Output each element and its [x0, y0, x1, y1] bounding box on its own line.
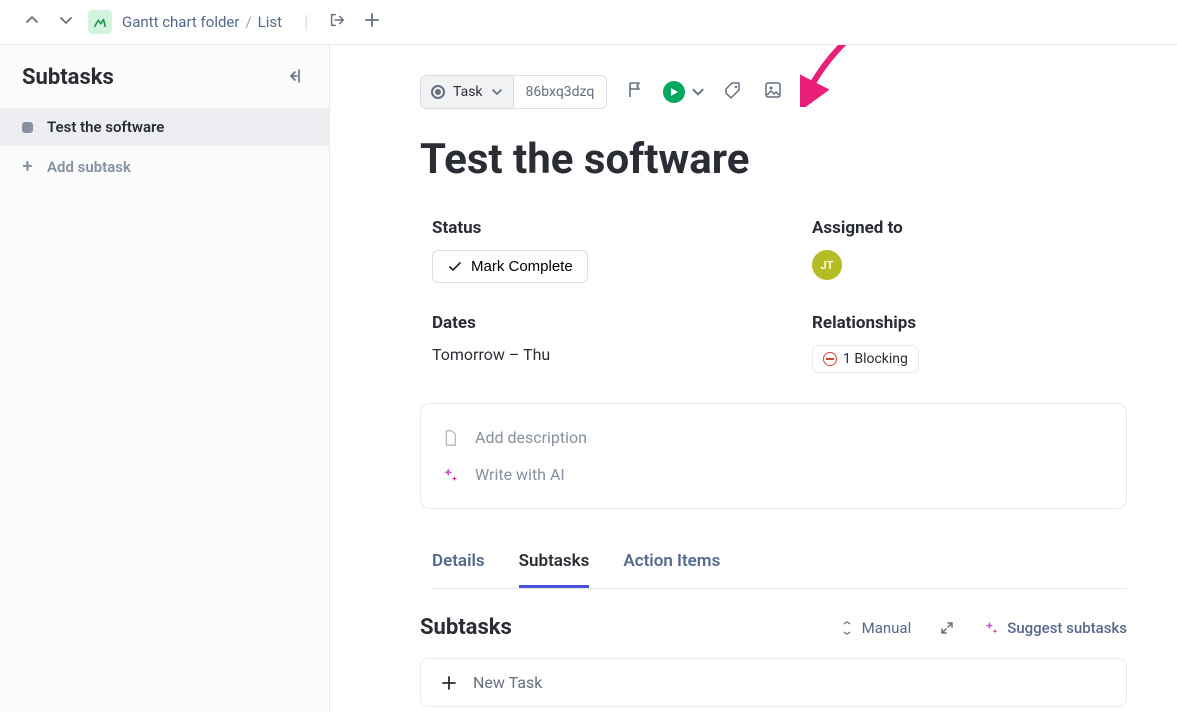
breadcrumb-folder[interactable]: Gantt chart folder [122, 13, 239, 31]
dates-label: Dates [432, 313, 812, 333]
add-tab-icon[interactable] [360, 8, 384, 36]
new-task-button[interactable]: New Task [420, 658, 1127, 707]
status-label: Status [432, 218, 812, 238]
main-panel: Task 86bxq3dzq [330, 45, 1177, 712]
sidebar: Subtasks Test the software + Add subtask [0, 45, 330, 712]
subtasks-section-header: Subtasks Manual Suggest subtasks [420, 589, 1127, 658]
status-square-icon [22, 122, 33, 133]
avatar[interactable]: JT [812, 250, 842, 280]
dates-field: Dates Tomorrow – Thu [432, 313, 812, 373]
plus-icon: + [22, 156, 33, 177]
breadcrumb-separator: / [245, 13, 251, 31]
topbar: Gantt chart folder / List | [0, 0, 1177, 45]
image-icon[interactable] [761, 78, 785, 106]
collapse-sidebar-icon[interactable] [287, 66, 307, 90]
task-title[interactable]: Test the software [420, 135, 1127, 184]
breadcrumb: Gantt chart folder / List [122, 13, 282, 31]
sidebar-title: Subtasks [22, 65, 114, 90]
task-type-label: Task [453, 84, 483, 100]
add-subtask-label: Add subtask [47, 158, 131, 176]
blocking-badge[interactable]: 1 Blocking [812, 345, 919, 373]
sparkle-icon [983, 620, 999, 636]
sort-dropdown[interactable]: Manual [840, 619, 912, 637]
exit-icon[interactable] [324, 7, 350, 37]
task-type-dropdown[interactable]: Task [420, 75, 514, 109]
description-box: Add description Write with AI [420, 403, 1127, 509]
tab-action-items[interactable]: Action Items [623, 551, 720, 588]
topbar-divider: | [304, 12, 308, 33]
expand-icon[interactable] [939, 620, 955, 636]
plus-icon [441, 675, 457, 691]
play-button[interactable] [663, 81, 685, 103]
breadcrumb-current[interactable]: List [258, 13, 282, 31]
assigned-field: Assigned to JT [812, 218, 1127, 283]
nav-up-icon[interactable] [20, 8, 44, 36]
task-id[interactable]: 86bxq3dzq [514, 75, 608, 109]
status-field: Status Mark Complete [432, 218, 812, 283]
status-dot-icon [431, 85, 445, 99]
flag-icon[interactable] [623, 78, 647, 106]
add-subtask-button[interactable]: + Add subtask [0, 146, 329, 187]
tab-details[interactable]: Details [432, 551, 485, 588]
sidebar-item-task[interactable]: Test the software [0, 108, 329, 146]
sort-icon [840, 621, 854, 635]
nav-down-icon[interactable] [54, 8, 78, 36]
chevron-down-icon [491, 86, 503, 98]
tab-subtasks[interactable]: Subtasks [519, 551, 590, 588]
mark-complete-button[interactable]: Mark Complete [432, 250, 588, 283]
chevron-down-icon[interactable] [691, 85, 705, 99]
sidebar-item-label: Test the software [47, 118, 164, 136]
check-icon [447, 259, 463, 275]
assigned-label: Assigned to [812, 218, 1127, 238]
document-icon [441, 429, 459, 447]
write-with-ai-button[interactable]: Write with AI [441, 459, 1106, 490]
task-toolbar: Task 86bxq3dzq [420, 75, 1127, 109]
tag-icon[interactable] [721, 78, 745, 106]
blocking-icon [823, 352, 837, 366]
relationships-label: Relationships [812, 313, 1127, 333]
add-description-button[interactable]: Add description [441, 422, 1106, 453]
dates-value[interactable]: Tomorrow – Thu [432, 345, 812, 364]
sparkle-icon [441, 466, 459, 484]
suggest-subtasks-button[interactable]: Suggest subtasks [983, 619, 1127, 637]
subtasks-section-title: Subtasks [420, 615, 512, 640]
relationships-field: Relationships 1 Blocking [812, 313, 1127, 373]
task-tabs: Details Subtasks Action Items [432, 551, 1127, 589]
folder-chart-icon [88, 10, 112, 34]
